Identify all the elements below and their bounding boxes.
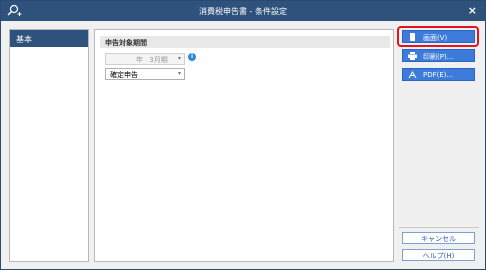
screen-button-label: 画面(V) [423, 34, 448, 42]
printer-icon [408, 52, 417, 60]
print-button-label: 印刷(P)... [423, 53, 454, 61]
print-button[interactable]: 印刷(P)... [402, 49, 475, 62]
report-type-value: 確定申告 [110, 71, 138, 79]
section-title: 申告対象期間 [100, 36, 390, 48]
pdf-icon [408, 71, 417, 79]
pdf-button[interactable]: PDF(E)... [402, 68, 475, 81]
period-year-suffix: 年 [136, 56, 143, 64]
info-icon[interactable]: i [188, 53, 196, 61]
period-month-value: 3月期 [149, 56, 168, 64]
sidebar: 基本 [9, 29, 89, 262]
cancel-button[interactable]: キャンセル [402, 232, 475, 244]
screen-button[interactable]: 画面(V) [402, 30, 475, 43]
window-title: 消費税申告書 - 条件設定 [199, 7, 287, 16]
pdf-button-label: PDF(E)... [423, 71, 454, 79]
chevron-down-icon: ▾ [177, 70, 181, 77]
help-button[interactable]: ヘルプ(H) [402, 249, 475, 261]
chevron-down-icon: ▾ [177, 55, 181, 62]
divider [399, 227, 479, 228]
sidebar-item-basic[interactable]: 基本 [10, 30, 88, 47]
close-icon[interactable]: × [468, 4, 477, 17]
report-type-select[interactable]: 確定申告 ▾ [105, 68, 185, 80]
dialog-window: 消費税申告書 - 条件設定 × 基本 申告対象期間 年 3月期 ▾ i 確定申告… [0, 0, 486, 270]
period-select[interactable]: 年 3月期 ▾ [105, 53, 185, 65]
title-bar: 消費税申告書 - 条件設定 × [1, 1, 485, 21]
settings-panel: 申告対象期間 年 3月期 ▾ i 確定申告 ▾ [94, 29, 394, 262]
screen-icon [410, 33, 415, 41]
